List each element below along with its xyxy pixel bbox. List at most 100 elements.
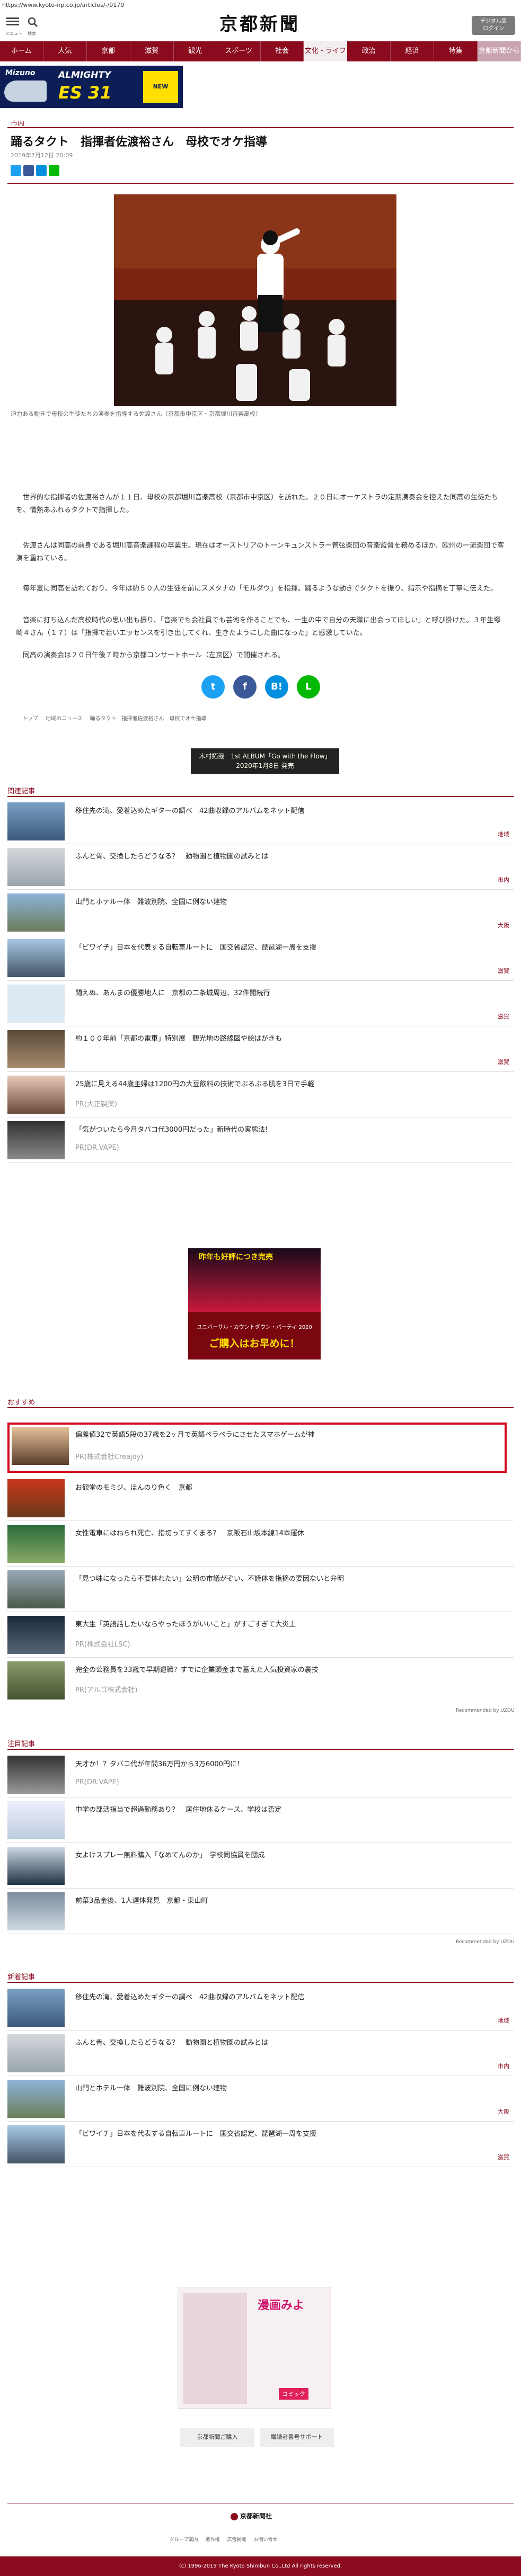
list-item[interactable]: 女性電車にはねられ死亡、指切ってすくまる？ 京阪石山坂本線14本運休 xyxy=(7,1521,514,1567)
item-title[interactable]: 「気がついたら今月タバコ代3000円だった」新時代の実態法! xyxy=(75,1124,499,1134)
item-title[interactable]: 山門とホテル一体 難波別院、全国に例ない建物 xyxy=(75,2082,499,2092)
thumbnail xyxy=(7,939,65,977)
hatena-icon[interactable] xyxy=(36,165,47,176)
twitter-icon[interactable] xyxy=(11,165,21,176)
subscriber-support-button[interactable]: 購読者番号サポート xyxy=(260,2428,334,2447)
uzou-credit[interactable]: Recommended by UZOU xyxy=(456,1708,515,1713)
nav-economy[interactable]: 経済 xyxy=(391,41,435,61)
ad-line: ご購入はお早めに！ xyxy=(209,1338,300,1349)
subscribe-button[interactable]: 京都新聞ご購入 xyxy=(180,2428,254,2447)
ad-line: 2020年1月8日 発売 xyxy=(236,762,294,770)
list-item[interactable]: 「気がついたら今月タバコ代3000円だった」新時代の実態法! PR(DR.VAPE… xyxy=(7,1117,514,1163)
item-title[interactable]: 女性電車にはねられ死亡、指切ってすくまる？ 京阪石山坂本線14本運休 xyxy=(75,1527,499,1537)
item-title[interactable]: 偏差値32で英語5段の37歳を2ヶ月で英語ペラペラにさせたスマホゲームが神 xyxy=(75,1429,315,1439)
recommend-heading: おすすめ xyxy=(7,1399,36,1407)
digital-login-button[interactable]: デジタル版 ログイン xyxy=(472,16,515,35)
facebook-share-icon[interactable]: f xyxy=(233,675,257,699)
item-title[interactable]: 完全の公務員を33歳で早期退職？すでに企業頭金まで蓄えた人気投資家の裏技 xyxy=(75,1664,499,1674)
breadcrumb-item[interactable]: 地域のニュース xyxy=(46,714,83,722)
list-item[interactable]: 前菜3品金後、1人遅体発見 京都・東山町 xyxy=(7,1889,514,1934)
nav-home[interactable]: ホーム xyxy=(0,41,43,61)
ad-line: 漫画みよ xyxy=(258,2299,305,2312)
list-item[interactable]: 天才か！？タバコ代が年間36万円から3万6000円に！ PR(DR.VAPE) xyxy=(7,1752,514,1797)
list-item[interactable]: お観堂のモミジ、ほんのり色く 京都 xyxy=(7,1475,514,1521)
usj-countdown-ad[interactable]: 昨年も好評につき完売 ユニバーサル・カウントダウン・パーティ 2020 ご購入は… xyxy=(188,1248,321,1359)
item-title[interactable]: 約１００年前「京都の電車」特別展 観光地の路線図や絵はがきも xyxy=(75,1033,499,1043)
list-item[interactable]: 山門とホテル一体 難波別院、全国に例ない建物 大阪 xyxy=(7,2076,514,2122)
footer-link[interactable]: お問い合せ xyxy=(254,2536,278,2543)
item-title[interactable]: 女よけスプレー無料購入「なめてんのか」 学校同協員を団成 xyxy=(75,1849,499,1859)
nav-sports[interactable]: スポーツ xyxy=(217,41,261,61)
breadcrumb: トップ 地域のニュース 踊るタクト 指揮者佐渡裕さん 母校でオケ指導 xyxy=(22,714,207,722)
item-title[interactable]: ふんと骨、交換したらどうなる？ 動物園と植物園の試みとは xyxy=(75,2037,499,2047)
item-category: 地域 xyxy=(498,2017,509,2024)
item-title[interactable]: 「見つ味になったら不要体れたい」公明の市議がぞい、不謹体を指摘の要因ないと弁明 xyxy=(75,1573,499,1583)
footer-logo[interactable]: 京都新聞社 xyxy=(231,2511,272,2520)
uzou-credit[interactable]: Recommended by UZOU xyxy=(456,1939,515,1945)
top-banner-ad[interactable]: Mizuno ALMIGHTY ES 31 NEW xyxy=(0,66,521,108)
footer-link[interactable]: グループ案内 xyxy=(170,2536,198,2543)
album-banner-ad[interactable]: 木村拓哉 1st ALBUM「Go with the Flow」 2020年1月… xyxy=(191,748,339,774)
facebook-icon[interactable] xyxy=(23,165,34,176)
nav-culture[interactable]: 文化・ライフ xyxy=(304,41,348,61)
article-category[interactable]: 市内 xyxy=(11,118,24,128)
item-title[interactable]: 山門とホテル一体 難波別院、全国に例ない建物 xyxy=(75,896,499,906)
item-category: 滋賀 xyxy=(498,1059,509,1066)
list-item[interactable]: 約１００年前「京都の電車」特別展 観光地の路線図や絵はがきも滋賀 xyxy=(7,1026,514,1072)
nav-tourism[interactable]: 観光 xyxy=(174,41,217,61)
hamburger-menu-icon[interactable] xyxy=(6,16,20,30)
hatena-share-icon[interactable]: B! xyxy=(265,675,288,699)
list-item[interactable]: 25歳に見える44歳主婦は1200円の大豆飲料の技術でぶるぷる肌を3日で手軽 PR… xyxy=(7,1072,514,1117)
item-title[interactable]: 中学の部活指当で超過勤務あり？ 居住地休るケース、学校は否定 xyxy=(75,1804,499,1814)
attention-heading: 注目記事 xyxy=(7,1740,36,1748)
site-logo[interactable]: 京都新聞 xyxy=(212,13,307,36)
footer-link[interactable]: 広告掲載 xyxy=(227,2536,246,2543)
nav-society[interactable]: 社会 xyxy=(261,41,304,61)
nav-shiga[interactable]: 滋賀 xyxy=(130,41,174,61)
list-item[interactable]: 完全の公務員を33歳で早期退職？すでに企業頭金まで蓄えた人気投資家の裏技 PR(ア… xyxy=(7,1658,514,1703)
nav-politics[interactable]: 政治 xyxy=(347,41,391,61)
twitter-share-icon[interactable]: t xyxy=(201,675,225,699)
list-item[interactable]: 「ビワイチ」日本を代表する自転車ルートに 国交省認定、琵琶湖一周を支援 滋賀 xyxy=(7,2122,514,2167)
list-item[interactable]: 闘えぬ、あんまの優勝地人に 京都の二条城周辺、32件開続行 滋賀 xyxy=(7,981,514,1026)
list-item[interactable]: 東大生「英語話したいならやったほうがいいこと」がすごすぎて大炎上 PR(株式会社L… xyxy=(7,1612,514,1658)
ad-brand: Mizuno xyxy=(5,69,36,77)
list-item[interactable]: 「ビワイチ」日本を代表する自転車ルートに 国交省認定、琵琶湖一周を支援 滋賀 xyxy=(7,935,514,981)
thumbnail xyxy=(7,1570,65,1608)
line-share-icon[interactable]: L xyxy=(297,675,320,699)
list-item[interactable]: 山門とホテル一体 難波別院、全国に例ない建物 大阪 xyxy=(7,890,514,935)
url-bar[interactable]: https://www.kyoto-np.co.jp/articles/-/91… xyxy=(0,0,521,11)
article-paragraph: 同高の演奏会は２０日午後７時から京都コンサートホール（左京区）で開催される。 xyxy=(16,651,285,659)
list-item[interactable]: 中学の部活指当で超過勤務あり？ 居住地休るケース、学校は否定 xyxy=(7,1797,514,1843)
item-title[interactable]: 前菜3品金後、1人遅体発見 京都・東山町 xyxy=(75,1895,499,1905)
item-title[interactable]: 東大生「英語話したいならやったほうがいいこと」がすごすぎて大炎上 xyxy=(75,1618,499,1629)
list-item[interactable]: ふんと骨、交換したらどうなる？ 動物園と植物園の試みとは 市内 xyxy=(7,844,514,890)
thumbnail xyxy=(7,2080,65,2118)
line-icon[interactable] xyxy=(49,165,59,176)
nav-popular[interactable]: 人気 xyxy=(43,41,87,61)
item-title[interactable]: 天才か！？タバコ代が年間36万円から3万6000円に！ xyxy=(75,1758,499,1768)
thumbnail xyxy=(7,1756,65,1794)
list-item[interactable]: 女よけスプレー無料購入「なめてんのか」 学校同協員を団成 xyxy=(7,1843,514,1889)
list-item[interactable]: 移住先の滝、愛着込めたギターの調べ 42曲収録のアルバムをネット配信地域 xyxy=(7,1985,514,2031)
item-title[interactable]: 闘えぬ、あんまの優勝地人に 京都の二条城周辺、32件開続行 xyxy=(75,987,499,997)
item-title[interactable]: 移住先の滝、愛着込めたギターの調べ 42曲収録のアルバムをネット配信 xyxy=(75,805,499,815)
footer-link[interactable]: 著作権 xyxy=(205,2536,219,2543)
item-title[interactable]: 「ビワイチ」日本を代表する自転車ルートに 国交省認定、琵琶湖一周を支援 xyxy=(75,2128,499,2138)
related-heading: 関連記事 xyxy=(7,788,36,795)
list-item[interactable]: ふんと骨、交換したらどうなる？ 動物園と植物園の試みとは 市内 xyxy=(7,2031,514,2076)
nav-kyoto[interactable]: 京都 xyxy=(87,41,130,61)
item-title[interactable]: 移住先の滝、愛着込めたギターの調べ 42曲収録のアルバムをネット配信 xyxy=(75,1991,499,2001)
list-item[interactable]: 「見つ味になったら不要体れたい」公明の市議がぞい、不謹体を指摘の要因ないと弁明 xyxy=(7,1567,514,1612)
manga-ad[interactable]: 漫画みよ コミック xyxy=(178,2287,331,2409)
nav-from-kyoto-shimbun[interactable]: 京都新聞から xyxy=(478,41,521,61)
highlighted-ad-item[interactable]: 偏差値32で英語5段の37歳を2ヶ月で英語ペラペラにさせたスマホゲームが神 PR… xyxy=(7,1423,507,1473)
item-title[interactable]: 「ビワイチ」日本を代表する自転車ルートに 国交省認定、琵琶湖一周を支援 xyxy=(75,942,499,952)
item-title[interactable]: お観堂のモミジ、ほんのり色く 京都 xyxy=(75,1482,499,1492)
item-title[interactable]: 25歳に見える44歳主婦は1200円の大豆飲料の技術でぶるぷる肌を3日で手軽 xyxy=(75,1078,499,1088)
search-icon[interactable] xyxy=(28,17,38,28)
item-title[interactable]: ふんと骨、交換したらどうなる？ 動物園と植物園の試みとは xyxy=(75,851,499,861)
breadcrumb-item[interactable]: トップ xyxy=(22,714,38,722)
list-item[interactable]: 移住先の滝、愛着込めたギターの調べ 42曲収録のアルバムをネット配信 地域 xyxy=(7,799,514,844)
nav-features[interactable]: 特集 xyxy=(434,41,478,61)
